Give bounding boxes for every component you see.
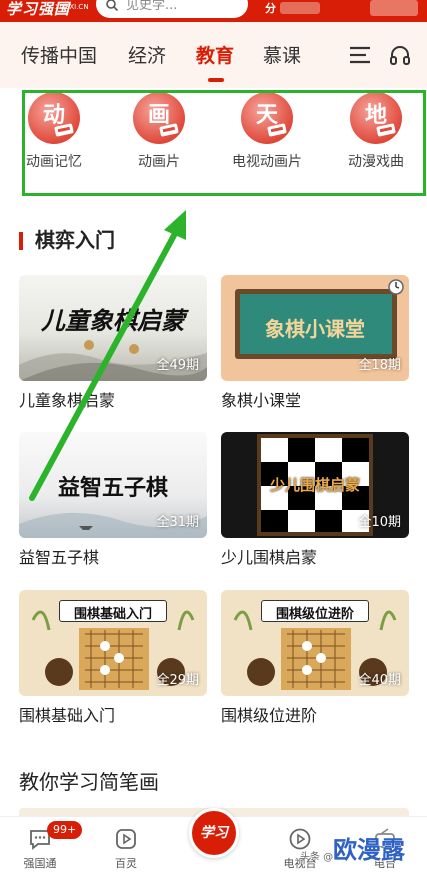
top-bar: 学习强国 XUEXI.CN 见史学... 分 <box>0 0 427 22</box>
score-value-blurred <box>280 2 320 14</box>
course-thumbnail: 儿童象棋启蒙 全49期 <box>19 275 207 381</box>
course-name: 围棋级位进阶 <box>221 706 318 725</box>
section-marker <box>19 232 23 250</box>
xuexi-logo: 学习 <box>200 825 228 841</box>
watermark-author: 欧漫露 <box>333 836 405 864</box>
search-box[interactable]: 见史学... <box>96 0 248 18</box>
highlight-box <box>22 90 426 196</box>
course-thumbnail: 益智五子棋 全31期 <box>19 432 207 538</box>
thumbnail-title: 围棋基础入门 <box>73 607 152 622</box>
course-card-weiqi-jichu[interactable]: 围棋基础入门 全29期 围棋基础入门 <box>19 590 207 726</box>
nav-label: 百灵 <box>115 857 137 870</box>
menu-icon[interactable] <box>349 45 371 65</box>
app-logo-domain: XUEXI.CN <box>55 3 89 11</box>
tab-jiaoyu[interactable]: 教育 <box>196 45 234 67</box>
course-card-xiangqi-xiaoketang[interactable]: 象棋小课堂 全18期 象棋小课堂 <box>221 275 409 411</box>
episode-count: 全29期 <box>156 673 199 688</box>
thumbnail-title: 象棋小课堂 <box>265 317 365 341</box>
watermark-source: 头条 @ <box>300 852 334 863</box>
clock-icon <box>388 279 404 295</box>
episode-count: 全49期 <box>156 358 199 373</box>
course-card-weiqi-jiwei[interactable]: 围棋级位进阶 全40期 围棋级位进阶 <box>221 590 409 726</box>
course-thumbnail: 围棋基础入门 全29期 <box>19 590 207 696</box>
course-card-ertong-xiangqi[interactable]: 儿童象棋启蒙 全49期 儿童象棋启蒙 <box>19 275 207 411</box>
thumbnail-title: 少儿围棋启蒙 <box>269 476 360 494</box>
thumbnail-title: 儿童象棋启蒙 <box>41 306 185 335</box>
active-tab-indicator <box>208 78 224 82</box>
course-card-shaoer-weiqi[interactable]: 少儿围棋启蒙 全10期 少儿围棋启蒙 <box>221 432 409 568</box>
play-circle-icon <box>289 828 311 850</box>
headset-icon[interactable] <box>389 44 411 66</box>
course-thumbnail: 少儿围棋启蒙 全10期 <box>221 432 409 538</box>
course-name: 象棋小课堂 <box>221 391 302 410</box>
nav-xuexi-home[interactable]: 学习 <box>189 808 239 858</box>
course-name: 围棋基础入门 <box>19 706 116 725</box>
unread-badge: 99+ <box>47 821 83 839</box>
tab-jingji[interactable]: 经济 <box>128 45 166 67</box>
top-right-blurred <box>370 0 418 16</box>
section-title-jianbihua: 教你学习简笔画 <box>19 770 159 794</box>
tab-muke[interactable]: 慕课 <box>263 45 301 67</box>
section-title-qiyi-rumen: 棋弈入门 <box>35 228 115 252</box>
play-square-icon <box>116 829 136 849</box>
thumbnail-title: 围棋级位进阶 <box>275 607 354 622</box>
course-name: 少儿围棋启蒙 <box>221 548 318 567</box>
course-name: 益智五子棋 <box>19 548 100 567</box>
nav-qiangguotong[interactable]: 强国通 99+ <box>10 821 83 870</box>
course-thumbnail: 围棋级位进阶 全40期 <box>221 590 409 696</box>
thumbnail-title: 益智五子棋 <box>57 475 168 501</box>
course-name: 儿童象棋启蒙 <box>19 391 116 410</box>
episode-count: 全31期 <box>156 515 199 530</box>
episode-count: 全18期 <box>358 358 401 373</box>
nav-label: 强国通 <box>23 857 57 870</box>
episode-count: 全40期 <box>358 673 401 688</box>
nav-bailing[interactable]: 百灵 <box>96 827 156 870</box>
episode-count: 全10期 <box>358 515 401 530</box>
tab-chuanbo-zhongguo[interactable]: 传播中国 <box>21 45 97 67</box>
course-thumbnail: 象棋小课堂 全18期 <box>221 275 409 381</box>
search-icon <box>106 0 118 11</box>
search-placeholder: 见史学... <box>126 0 178 13</box>
course-card-yizhi-wuziqi[interactable]: 益智五子棋 全31期 益智五子棋 <box>19 432 207 568</box>
score-label[interactable]: 分 <box>265 2 276 16</box>
